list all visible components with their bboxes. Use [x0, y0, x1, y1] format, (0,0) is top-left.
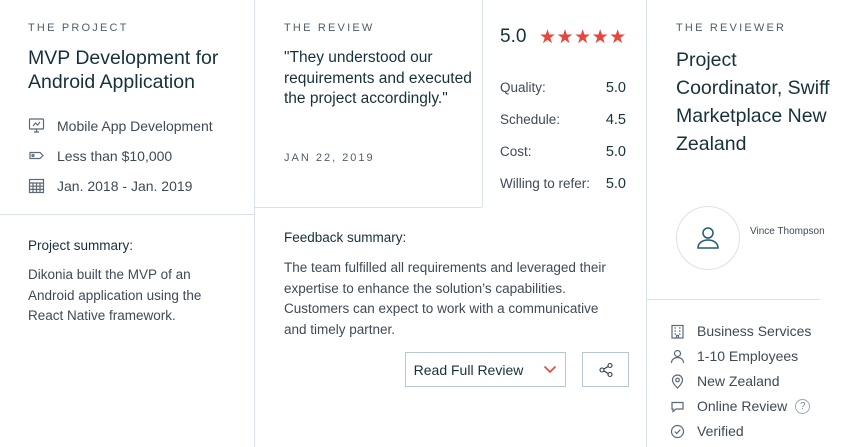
project-budget-label: Less than $10,000 [57, 147, 173, 164]
read-full-review-button[interactable]: Read Full Review [405, 352, 566, 387]
project-dates-label: Jan. 2018 - Jan. 2019 [57, 177, 193, 194]
reviewer-title: Project Coordinator, Swiff Marketplace N… [676, 49, 830, 155]
rating-value: 5.0 [605, 176, 626, 192]
calendar-icon [28, 178, 45, 194]
reviewer-employees: 1-10 Employees [670, 348, 798, 364]
rating-label: Schedule: [500, 112, 561, 127]
star-rating-icon: ★★★★★ [539, 27, 627, 48]
help-icon[interactable]: ? [795, 398, 811, 414]
rating-label: Willing to refer: [500, 176, 591, 191]
reviewer-status: Verified [670, 423, 744, 439]
project-title: MVP Development for Android Application [28, 47, 219, 93]
reviewer-employees-label: 1-10 Employees [697, 348, 799, 364]
reviewer-location-label: New Zealand [697, 373, 780, 389]
rating-value: 5.0 [605, 80, 626, 96]
user-icon [697, 227, 719, 249]
chevron-down-icon [544, 365, 557, 374]
review-date: JAN 22, 2019 [284, 152, 375, 164]
chat-bubble-icon [671, 401, 684, 413]
rating-row-quality: Quality: 5.0 [500, 80, 626, 96]
project-budget: Less than $10,000 [28, 147, 172, 164]
project-category-label: Mobile App Development [57, 117, 213, 134]
reviewer-column: THE REVIEWER Project Coordinator, Swiff … [646, 0, 848, 447]
review-quote: "They understood our requirements and ex… [284, 49, 472, 107]
rating-row-schedule: Schedule: 4.5 [500, 112, 626, 128]
share-button[interactable] [582, 352, 629, 387]
project-dates: Jan. 2018 - Jan. 2019 [28, 177, 192, 194]
reviewer-review-type: Online Review ? [670, 398, 811, 414]
reviewer-review-type-label: Online Review [697, 398, 788, 414]
rating-label: Cost: [500, 144, 532, 159]
reviewer-industry-label: Business Services [697, 323, 812, 339]
person-icon [670, 349, 685, 363]
reviewer-name: Vince Thompson [750, 226, 825, 237]
project-summary-label: Project summary: [28, 238, 134, 253]
tag-icon [29, 151, 44, 160]
feedback-summary-label: Feedback summary: [284, 230, 407, 245]
project-column: THE PROJECT MVP Development for Android … [0, 0, 254, 447]
reviewer-status-label: Verified [697, 423, 744, 439]
rating-label: Quality: [500, 80, 546, 95]
project-category: Mobile App Development [28, 117, 213, 134]
rating-row-cost: Cost: 5.0 [500, 144, 626, 160]
monitor-icon [28, 118, 45, 133]
rating-value: 5.0 [605, 144, 626, 160]
read-full-review-label: Read Full Review [413, 361, 524, 378]
feedback-summary-text: The team fulfilled all requirements and … [284, 260, 606, 337]
reviewer-eyebrow: THE REVIEWER [676, 22, 787, 34]
rating-row-willing-to-refer: Willing to refer: 5.0 [500, 176, 626, 192]
share-icon [598, 362, 613, 377]
overall-score: 5.0 [500, 26, 527, 47]
review-column: THE REVIEW "They understood our requirem… [254, 0, 646, 447]
reviewer-location: New Zealand [670, 373, 780, 389]
project-summary-text: Dikonia built the MVP of an Android appl… [28, 267, 202, 323]
rating-value: 4.5 [605, 112, 626, 128]
location-pin-icon [671, 373, 684, 389]
project-eyebrow: THE PROJECT [28, 22, 129, 34]
building-icon [671, 324, 684, 339]
reviewer-industry: Business Services [670, 323, 811, 339]
review-eyebrow: THE REVIEW [284, 22, 375, 34]
check-circle-icon [670, 424, 685, 438]
avatar [676, 206, 740, 270]
